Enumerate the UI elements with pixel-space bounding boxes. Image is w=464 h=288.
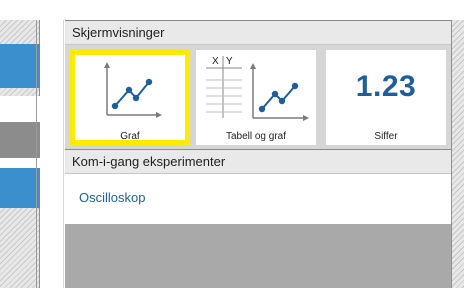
left-sidebar (0, 20, 40, 288)
sidebar-block-blue-2[interactable] (0, 168, 40, 208)
gutter (40, 20, 64, 288)
table-graph-tile-label: Tabell og graf (225, 131, 287, 142)
sidebar-block-blue[interactable] (0, 44, 40, 88)
sidebar-divider (36, 20, 37, 288)
empty-area (65, 224, 451, 288)
sidebar-block-gray[interactable] (0, 122, 40, 158)
graph-tile[interactable]: Graf (70, 50, 190, 145)
experiments-list: Oscilloskop (65, 174, 451, 224)
experiments-section-title: Kom-i-gang eksperimenter (65, 149, 451, 174)
digits-tile[interactable]: 1.23 Siffer (326, 50, 446, 145)
right-hatched-edge (451, 20, 464, 288)
digits-tile-label: Siffer (374, 131, 398, 142)
graph-tile-label: Graf (120, 131, 140, 142)
digits-icon: 1.23 (355, 70, 417, 103)
displays-section-title: Skjermvisninger (65, 20, 451, 45)
sidebar-block-white[interactable] (0, 96, 40, 122)
displays-panel: Skjermvisninger Graf X Y Tabell og graf … (65, 20, 451, 288)
table-header-y: Y (226, 56, 233, 67)
experiment-oscilloscope-link[interactable]: Oscilloskop (79, 190, 145, 205)
top-strip (0, 0, 464, 20)
sidebar-block-white-2[interactable] (0, 158, 40, 168)
table-header-x: X (212, 56, 219, 67)
display-tiles: Graf X Y Tabell og graf 1.23 Siffer (65, 45, 451, 149)
table-graph-icon: X Y (206, 56, 309, 121)
table-graph-tile[interactable]: X Y Tabell og graf (196, 50, 316, 145)
graph-icon (104, 62, 162, 118)
